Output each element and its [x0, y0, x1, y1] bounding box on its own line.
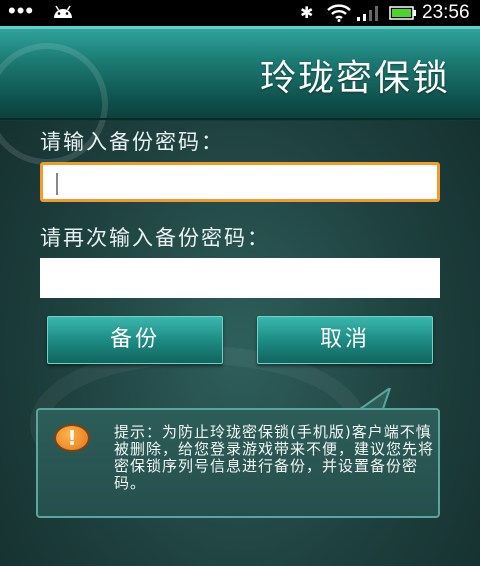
status-bar: ••• ✱ 23:56: [0, 0, 480, 26]
confirm-password-input[interactable]: [40, 258, 440, 298]
confirm-password-label: 请再次输入备份密码：: [40, 226, 270, 250]
text-caret: [56, 173, 58, 195]
backup-button[interactable]: 备份: [47, 316, 223, 364]
notification-dots: •••: [8, 0, 35, 23]
app-header: 玲珑密保锁: [0, 26, 480, 165]
header-divider: [0, 118, 480, 120]
tip-text: 提示：为防止玲珑密保锁(手机版)客户端不慎被删除，给您登录游戏带来不便，建议您先…: [114, 423, 435, 492]
cancel-button[interactable]: 取消: [257, 316, 433, 364]
wifi-icon: [327, 4, 351, 22]
tip-box: ! 提示：为防止玲珑密保锁(手机版)客户端不慎被删除，给您登录游戏带来不便，建议…: [36, 408, 440, 518]
password-input[interactable]: [40, 162, 440, 202]
battery-icon: [389, 6, 416, 20]
signal-icon: [357, 6, 378, 21]
bluetooth-icon: ✱: [300, 5, 314, 22]
exclamation-icon: !: [54, 424, 90, 452]
password-label: 请输入备份密码：: [40, 130, 224, 154]
android-icon: [54, 5, 72, 18]
app-panel: 玲珑密保锁 请输入备份密码： 请再次输入备份密码： 备份 取消 ! 提示：为防止…: [0, 26, 480, 566]
clock: 23:56: [422, 2, 470, 23]
app-title: 玲珑密保锁: [259, 58, 450, 99]
